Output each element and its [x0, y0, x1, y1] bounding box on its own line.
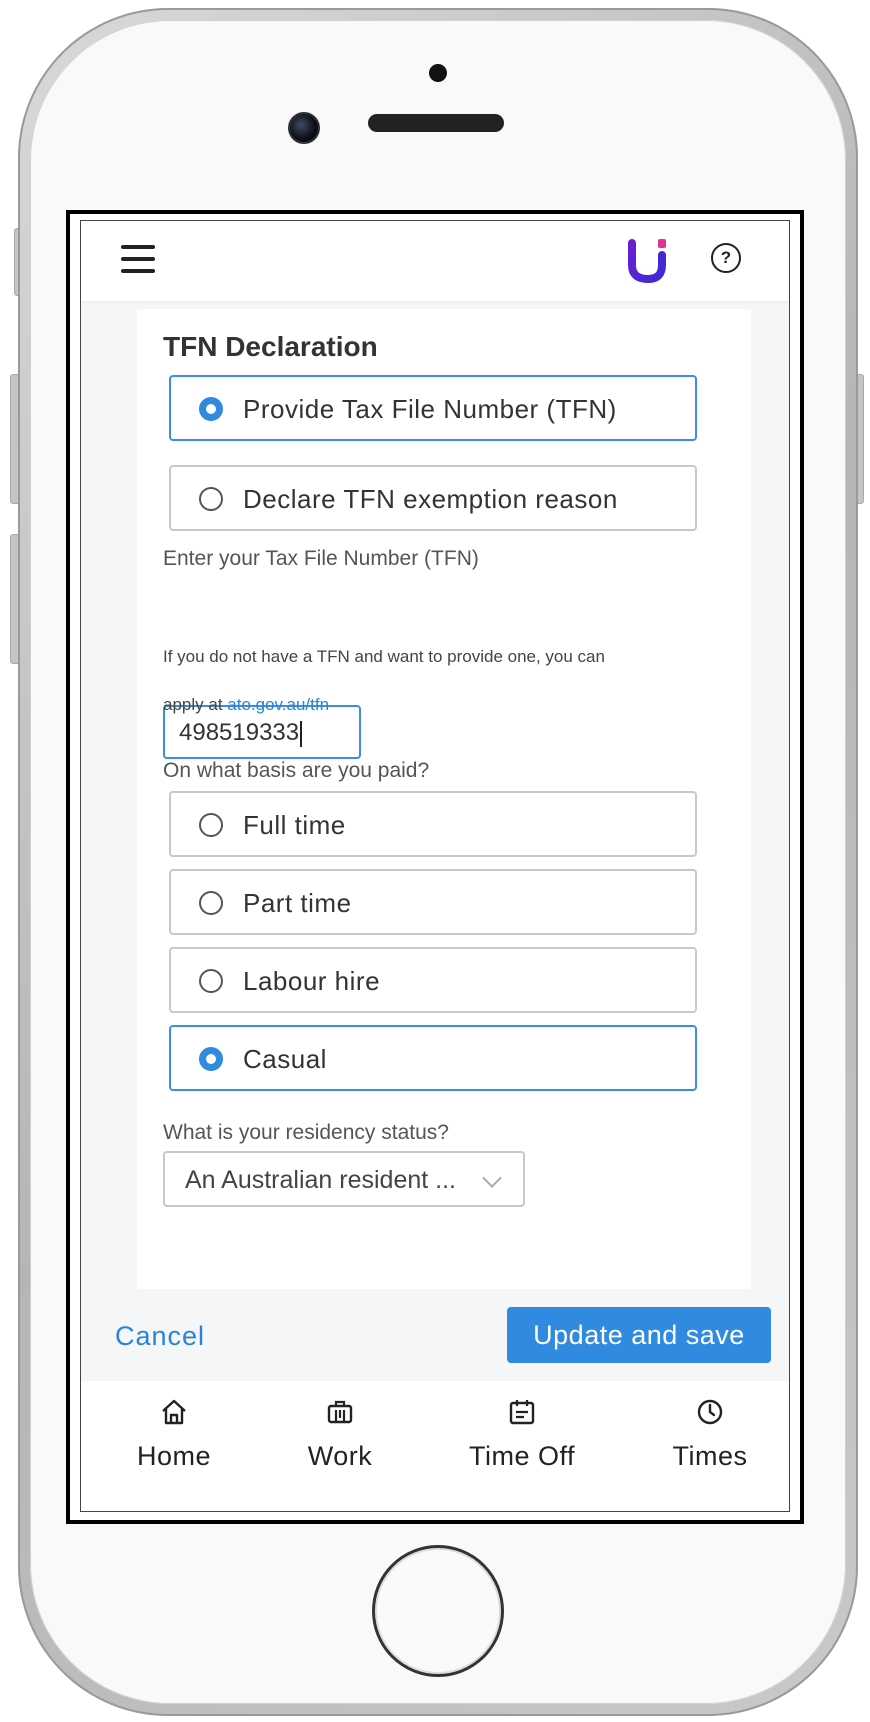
calendar-icon [509, 1400, 535, 1425]
section-title: TFN Declaration [163, 331, 378, 362]
app-header: ? [81, 221, 789, 301]
hamburger-menu-icon[interactable] [121, 245, 155, 273]
app-logo [628, 239, 666, 284]
radio-label: Casual [243, 1044, 327, 1074]
radio-label: Declare TFN exemption reason [243, 484, 618, 514]
radio-full-time[interactable]: Full time [169, 791, 697, 857]
bottom-navigation: Home Work Time Off Times [81, 1381, 789, 1511]
radio-part-time[interactable]: Part time [169, 869, 697, 935]
tfn-form-card: TFN Declaration Provide Tax File Number … [137, 309, 751, 1289]
radio-casual[interactable]: Casual [169, 1025, 697, 1091]
text-cursor [300, 720, 303, 747]
phone-screen: ? TFN Declaration Provide Tax File Numbe… [66, 210, 804, 1524]
radio-unselected-icon [199, 487, 223, 511]
chevron-down-icon [482, 1168, 502, 1188]
nav-work[interactable]: Work [265, 1397, 415, 1472]
help-question-icon[interactable]: ? [711, 243, 741, 273]
radio-label: Provide Tax File Number (TFN) [243, 394, 617, 424]
nav-times[interactable]: Times [635, 1397, 785, 1472]
radio-label: Part time [243, 888, 352, 918]
ato-link[interactable]: ato.gov.au/tfn [227, 695, 329, 714]
radio-labour-hire[interactable]: Labour hire [169, 947, 697, 1013]
nav-label: Work [307, 1441, 373, 1471]
residency-select[interactable]: An Australian resident ... [163, 1151, 525, 1207]
radio-selected-icon [199, 1047, 223, 1071]
proximity-sensor [429, 64, 447, 82]
nav-label: Home [136, 1441, 212, 1471]
radio-selected-icon [199, 397, 223, 421]
tfn-input-value: 498519333 [179, 719, 300, 746]
menu-line [121, 269, 155, 273]
help-line-2: apply at [163, 695, 228, 714]
residency-label: What is your residency status? [163, 1121, 449, 1144]
radio-label: Labour hire [243, 966, 381, 996]
nav-label: Time Off [468, 1441, 575, 1471]
earpiece-speaker [368, 114, 504, 132]
radio-unselected-icon [199, 891, 223, 915]
pay-basis-label: On what basis are you paid? [163, 759, 430, 782]
clock-icon [697, 1399, 723, 1425]
nav-time-off[interactable]: Time Off [447, 1397, 597, 1472]
menu-line [121, 245, 155, 249]
radio-provide-tfn[interactable]: Provide Tax File Number (TFN) [169, 375, 697, 441]
app-viewport: ? TFN Declaration Provide Tax File Numbe… [80, 220, 790, 1512]
radio-declare-exemption[interactable]: Declare TFN exemption reason [169, 465, 697, 531]
radio-unselected-icon [199, 813, 223, 837]
update-and-save-button[interactable]: Update and save [507, 1307, 771, 1363]
radio-label: Full time [243, 810, 346, 840]
menu-line [121, 257, 155, 261]
residency-select-value: An Australian resident ... [185, 1166, 456, 1194]
nav-home[interactable]: Home [99, 1397, 249, 1472]
cancel-button[interactable]: Cancel [115, 1321, 205, 1352]
radio-unselected-icon [199, 969, 223, 993]
front-camera [288, 112, 320, 144]
help-line-1: If you do not have a TFN and want to pro… [163, 647, 605, 666]
form-actions: Cancel Update and save [81, 1293, 789, 1381]
briefcase-icon [327, 1400, 353, 1424]
tfn-help-apply: apply at ato.gov.au/tfn [163, 695, 329, 715]
tfn-field-label: Enter your Tax File Number (TFN) [163, 547, 479, 570]
phone-home-button[interactable] [372, 1545, 504, 1677]
nav-label: Times [672, 1441, 748, 1471]
home-icon [162, 1399, 186, 1425]
tfn-help-text: If you do not have a TFN and want to pro… [163, 647, 605, 667]
